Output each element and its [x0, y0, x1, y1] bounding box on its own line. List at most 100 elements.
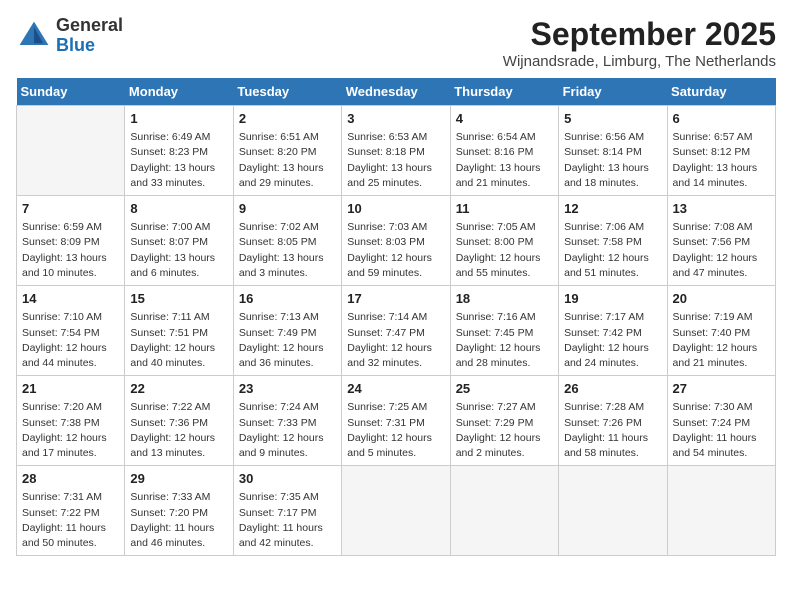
calendar-cell: 29 Sunrise: 7:33 AMSunset: 7:20 PMDayligh… — [125, 466, 233, 556]
day-number: 24 — [347, 380, 444, 398]
calendar-cell: 23 Sunrise: 7:24 AMSunset: 7:33 PMDayligh… — [233, 376, 341, 466]
calendar-cell: 13Sunrise: 7:08 AMSunset: 7:56 PMDayligh… — [667, 196, 775, 286]
day-number: 30 — [239, 470, 336, 488]
day-info: Sunrise: 7:19 AMSunset: 7:40 PMDaylight:… — [673, 310, 770, 371]
day-info: Sunrise: 6:54 AMSunset: 8:16 PMDaylight:… — [456, 130, 553, 191]
day-number: 12 — [564, 200, 661, 218]
calendar-cell: 2 Sunrise: 6:51 AMSunset: 8:20 PMDaylight… — [233, 106, 341, 196]
day-number: 25 — [456, 380, 553, 398]
day-number: 15 — [130, 290, 227, 308]
calendar-cell: 16 Sunrise: 7:13 AMSunset: 7:49 PMDayligh… — [233, 286, 341, 376]
day-number: 22 — [130, 380, 227, 398]
day-info: Sunrise: 7:03 AMSunset: 8:03 PMDaylight:… — [347, 220, 444, 281]
calendar-cell: 25 Sunrise: 7:27 AMSunset: 7:29 PMDayligh… — [450, 376, 558, 466]
weekday-header: Monday — [125, 78, 233, 106]
calendar-cell: 10 Sunrise: 7:03 AMSunset: 8:03 PMDayligh… — [342, 196, 450, 286]
day-number: 28 — [22, 470, 119, 488]
day-number: 10 — [347, 200, 444, 218]
calendar-table: SundayMondayTuesdayWednesdayThursdayFrid… — [16, 78, 776, 556]
calendar-cell: 17Sunrise: 7:14 AMSunset: 7:47 PMDayligh… — [342, 286, 450, 376]
calendar-cell: 3 Sunrise: 6:53 AMSunset: 8:18 PMDaylight… — [342, 106, 450, 196]
day-number: 11 — [456, 200, 553, 218]
day-info: Sunrise: 7:33 AMSunset: 7:20 PMDaylight:… — [130, 490, 227, 551]
day-number: 9 — [239, 200, 336, 218]
day-info: Sunrise: 7:06 AMSunset: 7:58 PMDaylight:… — [564, 220, 661, 281]
calendar-cell: 15 Sunrise: 7:11 AMSunset: 7:51 PMDayligh… — [125, 286, 233, 376]
calendar-cell: 4 Sunrise: 6:54 AMSunset: 8:16 PMDaylight… — [450, 106, 558, 196]
day-number: 4 — [456, 110, 553, 128]
day-number: 3 — [347, 110, 444, 128]
calendar-cell: 20 Sunrise: 7:19 AMSunset: 7:40 PMDayligh… — [667, 286, 775, 376]
calendar-cell: 12 Sunrise: 7:06 AMSunset: 7:58 PMDayligh… — [559, 196, 667, 286]
calendar-cell: 6 Sunrise: 6:57 AMSunset: 8:12 PMDaylight… — [667, 106, 775, 196]
day-info: Sunrise: 6:53 AMSunset: 8:18 PMDaylight:… — [347, 130, 444, 191]
calendar-week-row: 7 Sunrise: 6:59 AMSunset: 8:09 PMDaylight… — [17, 196, 776, 286]
day-number: 21 — [22, 380, 119, 398]
day-number: 6 — [673, 110, 770, 128]
day-number: 18 — [456, 290, 553, 308]
calendar-cell — [667, 466, 775, 556]
calendar-cell: 24 Sunrise: 7:25 AMSunset: 7:31 PMDayligh… — [342, 376, 450, 466]
day-number: 20 — [673, 290, 770, 308]
day-number: 14 — [22, 290, 119, 308]
day-info: Sunrise: 6:51 AMSunset: 8:20 PMDaylight:… — [239, 130, 336, 191]
day-number: 27 — [673, 380, 770, 398]
calendar-cell: 27 Sunrise: 7:30 AMSunset: 7:24 PMDayligh… — [667, 376, 775, 466]
title-block: September 2025 Wijnandsrade, Limburg, Th… — [503, 16, 776, 70]
day-info: Sunrise: 7:11 AMSunset: 7:51 PMDaylight:… — [130, 310, 227, 371]
day-number: 19 — [564, 290, 661, 308]
day-info: Sunrise: 7:13 AMSunset: 7:49 PMDaylight:… — [239, 310, 336, 371]
calendar-cell — [342, 466, 450, 556]
day-info: Sunrise: 7:16 AMSunset: 7:45 PMDaylight:… — [456, 310, 553, 371]
day-number: 8 — [130, 200, 227, 218]
day-info: Sunrise: 7:24 AMSunset: 7:33 PMDaylight:… — [239, 400, 336, 461]
day-info: Sunrise: 7:05 AMSunset: 8:00 PMDaylight:… — [456, 220, 553, 281]
day-info: Sunrise: 7:27 AMSunset: 7:29 PMDaylight:… — [456, 400, 553, 461]
logo: General Blue — [16, 16, 123, 56]
location: Wijnandsrade, Limburg, The Netherlands — [503, 53, 776, 70]
day-number: 16 — [239, 290, 336, 308]
calendar-cell: 9Sunrise: 7:02 AMSunset: 8:05 PMDaylight… — [233, 196, 341, 286]
calendar-cell — [450, 466, 558, 556]
day-info: Sunrise: 7:25 AMSunset: 7:31 PMDaylight:… — [347, 400, 444, 461]
day-number: 23 — [239, 380, 336, 398]
calendar-cell: 22 Sunrise: 7:22 AMSunset: 7:36 PMDayligh… — [125, 376, 233, 466]
day-info: Sunrise: 7:08 AMSunset: 7:56 PMDaylight:… — [673, 220, 770, 281]
day-number: 17 — [347, 290, 444, 308]
calendar-cell: 5 Sunrise: 6:56 AMSunset: 8:14 PMDaylight… — [559, 106, 667, 196]
calendar-cell: 7 Sunrise: 6:59 AMSunset: 8:09 PMDaylight… — [17, 196, 125, 286]
calendar-cell: 21 Sunrise: 7:20 AMSunset: 7:38 PMDayligh… — [17, 376, 125, 466]
logo-text: General Blue — [56, 16, 123, 56]
day-info: Sunrise: 6:49 AMSunset: 8:23 PMDaylight:… — [130, 130, 227, 191]
weekday-header: Friday — [559, 78, 667, 106]
calendar-week-row: 1 Sunrise: 6:49 AMSunset: 8:23 PMDaylight… — [17, 106, 776, 196]
calendar-cell — [17, 106, 125, 196]
day-info: Sunrise: 7:22 AMSunset: 7:36 PMDaylight:… — [130, 400, 227, 461]
day-info: Sunrise: 6:57 AMSunset: 8:12 PMDaylight:… — [673, 130, 770, 191]
weekday-header-row: SundayMondayTuesdayWednesdayThursdayFrid… — [17, 78, 776, 106]
day-info: Sunrise: 7:28 AMSunset: 7:26 PMDaylight:… — [564, 400, 661, 461]
page-header: General Blue September 2025 Wijnandsrade… — [16, 16, 776, 70]
day-info: Sunrise: 6:59 AMSunset: 8:09 PMDaylight:… — [22, 220, 119, 281]
day-info: Sunrise: 6:56 AMSunset: 8:14 PMDaylight:… — [564, 130, 661, 191]
calendar-week-row: 14Sunrise: 7:10 AMSunset: 7:54 PMDayligh… — [17, 286, 776, 376]
day-number: 5 — [564, 110, 661, 128]
weekday-header: Saturday — [667, 78, 775, 106]
day-info: Sunrise: 7:35 AMSunset: 7:17 PMDaylight:… — [239, 490, 336, 551]
day-info: Sunrise: 7:20 AMSunset: 7:38 PMDaylight:… — [22, 400, 119, 461]
calendar-cell: 1 Sunrise: 6:49 AMSunset: 8:23 PMDaylight… — [125, 106, 233, 196]
day-info: Sunrise: 7:30 AMSunset: 7:24 PMDaylight:… — [673, 400, 770, 461]
calendar-cell: 18 Sunrise: 7:16 AMSunset: 7:45 PMDayligh… — [450, 286, 558, 376]
day-number: 2 — [239, 110, 336, 128]
month-title: September 2025 — [503, 16, 776, 53]
calendar-cell: 28Sunrise: 7:31 AMSunset: 7:22 PMDayligh… — [17, 466, 125, 556]
day-number: 7 — [22, 200, 119, 218]
day-number: 26 — [564, 380, 661, 398]
weekday-header: Tuesday — [233, 78, 341, 106]
day-info: Sunrise: 7:00 AMSunset: 8:07 PMDaylight:… — [130, 220, 227, 281]
logo-icon — [16, 18, 52, 54]
calendar-week-row: 21 Sunrise: 7:20 AMSunset: 7:38 PMDayligh… — [17, 376, 776, 466]
weekday-header: Wednesday — [342, 78, 450, 106]
day-number: 29 — [130, 470, 227, 488]
day-number: 1 — [130, 110, 227, 128]
